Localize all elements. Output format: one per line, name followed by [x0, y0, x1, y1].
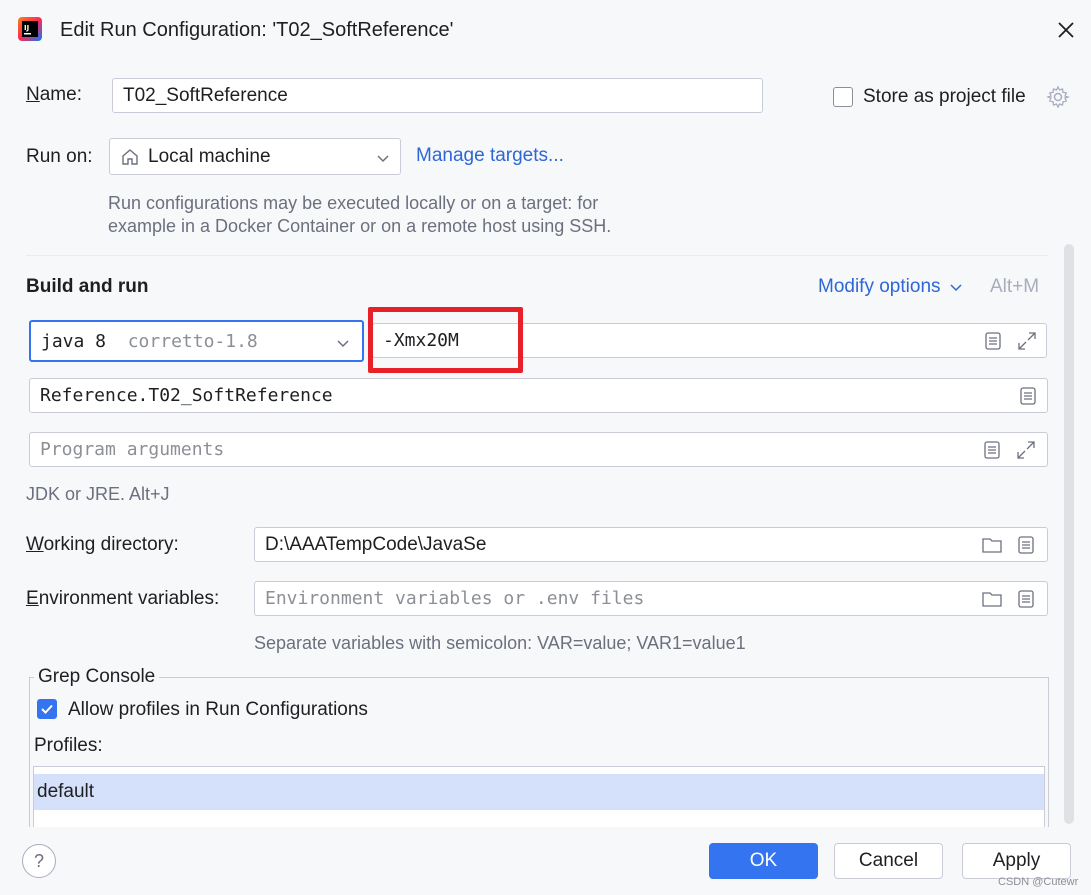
- allow-profiles-label: Allow profiles in Run Configurations: [68, 699, 368, 720]
- modify-options-shortcut: Alt+M: [990, 276, 1040, 297]
- environment-variables-input[interactable]: Environment variables or .env files: [254, 581, 1048, 616]
- expand-text-icon[interactable]: [981, 439, 1003, 461]
- allow-profiles-checkbox[interactable]: [37, 699, 57, 719]
- apply-button[interactable]: Apply: [962, 843, 1071, 879]
- expand-text-icon[interactable]: [982, 330, 1004, 352]
- title-bar: IJ Edit Run Configuration: 'T02_SoftRefe…: [0, 0, 1091, 62]
- home-icon: [122, 148, 138, 165]
- program-arguments-input[interactable]: Program arguments: [29, 432, 1048, 467]
- cancel-button[interactable]: Cancel: [834, 843, 943, 879]
- profiles-label: Profiles:: [34, 735, 103, 756]
- expand-text-icon[interactable]: [1017, 385, 1039, 407]
- working-directory-input[interactable]: D:\AAATempCode\JavaSe: [254, 527, 1048, 562]
- list-item[interactable]: default: [34, 774, 1044, 810]
- chevron-down-icon: [377, 155, 389, 163]
- chevron-down-icon: [337, 340, 349, 348]
- folder-icon[interactable]: [981, 534, 1003, 556]
- store-as-project-file-checkbox[interactable]: [833, 87, 853, 107]
- expand-icon[interactable]: [1016, 330, 1038, 352]
- run-on-label: Run on:: [26, 146, 93, 167]
- watermark: CSDN @Cutewr: [998, 876, 1079, 888]
- modify-options-link[interactable]: Modify options: [818, 276, 963, 298]
- chevron-down-icon: [950, 284, 962, 292]
- run-on-hint: Run configurations may be executed local…: [108, 193, 612, 236]
- gear-icon[interactable]: [1046, 85, 1070, 109]
- grep-console-title: Grep Console: [34, 666, 160, 688]
- profiles-list[interactable]: default: [33, 766, 1045, 827]
- check-icon: [41, 704, 53, 714]
- store-as-project-file-label: Store as project file: [863, 86, 1026, 107]
- expand-icon[interactable]: [1015, 439, 1037, 461]
- jdk-hint: JDK or JRE. Alt+J: [26, 484, 170, 504]
- section-separator: [26, 255, 1048, 256]
- build-and-run-title: Build and run: [26, 276, 149, 297]
- folder-icon[interactable]: [981, 588, 1003, 610]
- intellij-logo-icon: IJ: [18, 17, 42, 41]
- environment-variables-label: Environment variables:: [26, 588, 220, 609]
- environment-hint: Separate variables with semicolon: VAR=v…: [254, 633, 746, 653]
- ok-button[interactable]: OK: [709, 843, 818, 879]
- close-icon[interactable]: [1052, 16, 1080, 44]
- expand-text-icon[interactable]: [1015, 534, 1037, 556]
- name-label: Name:: [26, 84, 82, 105]
- working-directory-label: Working directory:: [26, 534, 179, 555]
- main-class-input[interactable]: Reference.T02_SoftReference: [29, 378, 1048, 413]
- vm-options-input[interactable]: -Xmx20M: [372, 323, 1047, 358]
- window-title: Edit Run Configuration: 'T02_SoftReferen…: [60, 19, 454, 41]
- name-input[interactable]: T02_SoftReference: [112, 78, 763, 113]
- jdk-dropdown[interactable]: java 8 corretto-1.8: [29, 320, 364, 362]
- help-button[interactable]: ?: [22, 844, 56, 878]
- manage-targets-link[interactable]: Manage targets...: [416, 145, 564, 167]
- run-on-dropdown[interactable]: Local machine: [109, 138, 401, 175]
- svg-text:IJ: IJ: [24, 24, 29, 32]
- expand-text-icon[interactable]: [1015, 588, 1037, 610]
- vertical-scrollbar[interactable]: [1064, 244, 1074, 824]
